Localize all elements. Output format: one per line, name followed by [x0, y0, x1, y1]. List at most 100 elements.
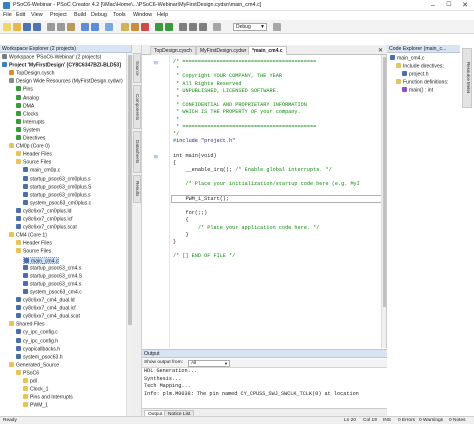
tree-item[interactable]: Header Files [16, 151, 52, 159]
new-file-icon[interactable] [3, 23, 11, 31]
menu-project[interactable]: Project [50, 12, 67, 18]
tree-item[interactable]: Pins [16, 86, 33, 94]
tab-resource-meter[interactable]: Resource Meter [462, 48, 472, 108]
tree-item-label: startup_psoc63_cm0plus.s [30, 176, 91, 182]
minimize-button[interactable]: – [426, 1, 440, 10]
clocks-icon [16, 110, 21, 116]
build-icon[interactable] [121, 23, 129, 31]
step-out-icon[interactable] [199, 23, 207, 31]
status-text: Ready [3, 418, 17, 423]
code-editor[interactable]: ⊟ ⊟ /* ==================================… [142, 55, 387, 348]
tree-item[interactable]: system_psoc63_cm0plus.c [23, 199, 91, 208]
code-explorer-item[interactable]: project.h [402, 71, 429, 79]
tree-item[interactable]: system_psoc63.h [16, 353, 63, 362]
tree-item[interactable]: Source Files [16, 159, 51, 167]
doc-tab-cydwr[interactable]: MyFirstDesign.cydwr [196, 46, 251, 55]
tree-item[interactable]: startup_psoc63_cm4.s [23, 264, 81, 273]
doc-tab-main-cm4[interactable]: *main_cm4.c [248, 46, 287, 55]
tree-item[interactable]: DMA [16, 102, 34, 111]
tree-item[interactable]: Analog [16, 94, 39, 103]
debug-run-icon[interactable] [165, 23, 173, 31]
code-explorer-item[interactable]: main_cm4.c [390, 55, 424, 63]
save-icon[interactable] [23, 23, 31, 31]
menu-tools[interactable]: Tools [113, 12, 126, 18]
tree-item[interactable]: PWM_1 [23, 402, 48, 410]
tree-item[interactable]: TopDesign.cysch [9, 70, 55, 78]
undo-icon[interactable] [81, 23, 89, 31]
tree-item[interactable]: startup_psoc63_cm0plus.s [23, 191, 91, 200]
code-explorer-item[interactable]: Include directives: [396, 63, 444, 71]
menu-help[interactable]: Help [157, 12, 168, 18]
tree-item[interactable]: cy_ipc_config.h [16, 337, 58, 346]
tree-item[interactable]: Pins and Interrupts [23, 394, 73, 402]
open-folder-icon[interactable] [13, 23, 21, 31]
close-button[interactable]: ✕ [458, 1, 472, 10]
tree-item[interactable]: cy8c6xx7_cm0plus.ld [16, 207, 71, 216]
folder-icon [16, 151, 21, 157]
clean-build-icon[interactable] [131, 23, 139, 31]
menu-edit[interactable]: Edit [16, 12, 25, 18]
tree-item[interactable]: startup_psoc63_cm4.S [23, 272, 83, 281]
tree-item[interactable]: CM4 (Core 1) [9, 232, 47, 240]
tree-item[interactable]: Directives [16, 135, 45, 143]
tree-item[interactable]: Header Files [16, 240, 52, 248]
copy-icon[interactable] [57, 23, 65, 31]
close-tab-icon[interactable]: ✕ [378, 47, 383, 54]
output-source-select[interactable]: All ▼ [188, 360, 230, 367]
tree-item[interactable]: cy_ipc_config.c [16, 329, 58, 337]
doc-tab-topdesign[interactable]: TopDesign.cysch [150, 46, 196, 55]
menu-view[interactable]: View [31, 12, 43, 18]
menu-window[interactable]: Window [133, 12, 152, 18]
code-explorer-item[interactable]: main() : int [402, 87, 433, 95]
build-config-select[interactable]: Debug ▼ [233, 23, 267, 31]
redo-icon[interactable] [91, 23, 99, 31]
save-all-icon[interactable] [33, 23, 41, 31]
tree-item[interactable]: cyapicallbacks.h [16, 345, 60, 354]
stop-build-icon[interactable] [141, 23, 149, 31]
tree-item[interactable]: Workspace 'PSoC6-Webinar' (2 projects) [2, 54, 101, 62]
tree-item[interactable]: main_cm4.c [23, 256, 60, 264]
menu-file[interactable]: File [3, 12, 12, 18]
tree-item[interactable]: Interrupts [16, 118, 45, 127]
tree-item[interactable]: startup_psoc63_cm0plus.S [23, 183, 91, 192]
step-over-icon[interactable] [189, 23, 197, 31]
maximize-button[interactable]: ☐ [442, 1, 456, 10]
tree-item[interactable]: Clocks [16, 110, 38, 119]
tree-item[interactable]: cy8c6xx7_cm4_dual.ld [16, 297, 75, 305]
tree-item[interactable]: System [16, 126, 40, 135]
tree-item[interactable]: pdl [23, 378, 37, 386]
tree-item[interactable]: cy8c6xx7_cm0plus.scat [16, 224, 77, 232]
tree-item[interactable]: CM0p (Core 0) [9, 143, 50, 151]
tree-item[interactable]: cy8c6xx7_cm4_dual.scat [16, 313, 80, 321]
tree-item[interactable]: startup_psoc63_cm4.s [23, 280, 81, 289]
tree-item-label: startup_psoc63_cm4.S [30, 273, 83, 280]
tree-item[interactable]: cy8c6xx7_cm4_dual.icf [16, 305, 76, 313]
code-explorer-item[interactable]: Function definitions: [396, 79, 448, 87]
find-icon[interactable] [105, 23, 113, 31]
cut-icon[interactable] [47, 23, 55, 31]
menu-debug[interactable]: Debug [91, 12, 107, 18]
tree-item[interactable]: startup_psoc63_cm0plus.s [23, 175, 91, 184]
tree-item[interactable]: Design Wide Resources (MyFirstDesign.cyd… [9, 78, 123, 86]
zoom-icon[interactable] [213, 23, 221, 31]
program-icon[interactable] [155, 23, 163, 31]
settings-icon[interactable] [273, 23, 281, 31]
tree-item[interactable]: Source Files [16, 248, 51, 256]
tree-item[interactable]: Generated_Source [9, 361, 59, 370]
code-explorer-label: project.h [409, 71, 429, 78]
tab-datasheets[interactable]: Datasheets [133, 131, 141, 173]
tree-item[interactable]: PSoC6 [16, 369, 39, 378]
tree-item[interactable]: Shared Files [9, 321, 45, 329]
step-icon[interactable] [179, 23, 187, 31]
tab-components[interactable]: Components [133, 85, 141, 129]
menu-build[interactable]: Build [74, 12, 86, 18]
tree-item[interactable]: Project 'MyFirstDesign' [CY8C6347BZI-BLD… [2, 62, 121, 70]
tree-item[interactable]: Clock_1 [23, 386, 48, 394]
tree-item[interactable]: system_psoc63_cm4.c [23, 288, 82, 297]
tree-item[interactable]: cy8c6xx7_cm0plus.icf [16, 216, 73, 224]
tab-results[interactable]: Results [133, 175, 141, 203]
tree-item[interactable]: main_cm0p.c [23, 167, 60, 175]
tab-source[interactable]: Source [133, 53, 141, 83]
output-text[interactable]: HDL Generation... Synthesis... Tech Mapp… [142, 368, 387, 408]
paste-icon[interactable] [67, 23, 75, 31]
